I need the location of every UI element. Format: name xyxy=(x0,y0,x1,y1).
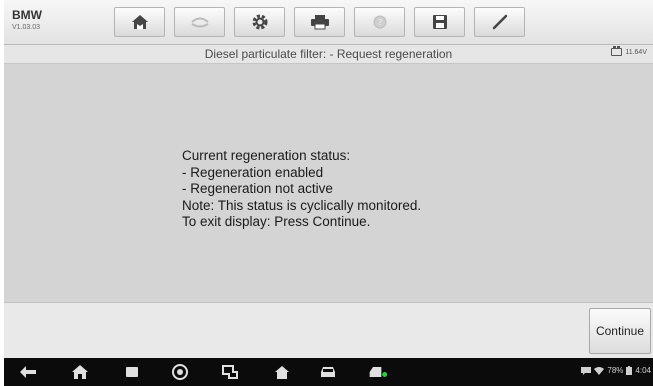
brand-block: BMW V1.03.03 xyxy=(10,6,110,38)
remote-icon xyxy=(222,365,238,379)
message-line: - Regeneration enabled xyxy=(182,164,324,180)
data-logging-icon xyxy=(492,14,507,30)
app-frame: BMW V1.03.03 ? Diesel particulate filter… xyxy=(4,0,653,386)
battery-voltage: 11.64V xyxy=(625,48,647,56)
vci-button[interactable] xyxy=(368,363,388,381)
vehicle-swap-button[interactable] xyxy=(174,7,225,37)
save-icon xyxy=(432,15,447,29)
vehicle-battery-indicator: 11.64V xyxy=(611,46,647,56)
vehicle-menu-button[interactable] xyxy=(318,363,338,381)
brand-version: V1.03.03 xyxy=(12,24,41,31)
back-button[interactable] xyxy=(18,363,38,381)
message-line: Note: This status is cyclically monitore… xyxy=(182,197,422,213)
system-status-area: 78% 4:04 xyxy=(581,366,651,375)
clock: 4:04 xyxy=(635,366,651,375)
message-line: - Regeneration not active xyxy=(182,181,333,196)
message-icon xyxy=(581,366,592,375)
remote-desk-button[interactable] xyxy=(220,363,240,381)
status-message: Current regeneration status: - Regenerat… xyxy=(182,148,421,231)
brand-name: BMW xyxy=(12,8,42,22)
vehicle-icon xyxy=(321,367,335,377)
autel-home-icon xyxy=(275,366,289,379)
settings-button[interactable] xyxy=(234,7,285,37)
home-nav-button[interactable] xyxy=(70,363,90,381)
message-line: To exit display: Press Continue. xyxy=(182,214,371,229)
autel-home-button[interactable] xyxy=(272,363,292,381)
help-button[interactable]: ? xyxy=(354,7,405,37)
tablet-battery-icon xyxy=(626,366,633,375)
help-icon: ? xyxy=(373,15,386,29)
car-battery-icon xyxy=(611,46,623,56)
recent-apps-icon xyxy=(126,367,138,377)
browser-button[interactable] xyxy=(170,363,190,381)
android-navigation-bar: 78% 4:04 xyxy=(4,358,653,386)
browser-icon xyxy=(172,364,188,380)
function-title-bar: Diesel particulate filter: - Request reg… xyxy=(4,45,653,64)
message-area: Current regeneration status: - Regenerat… xyxy=(4,64,653,302)
message-line: Current regeneration status: xyxy=(182,148,351,163)
vehicle-swap-icon xyxy=(190,17,209,28)
home-icon xyxy=(131,15,148,29)
back-icon xyxy=(20,366,36,378)
wifi-icon xyxy=(594,366,605,375)
recent-apps-button[interactable] xyxy=(122,363,142,381)
vci-icon xyxy=(369,367,388,377)
settings-gear-icon xyxy=(252,14,267,30)
svg-text:?: ? xyxy=(377,18,381,27)
battery-percent: 78% xyxy=(607,366,624,375)
home-button[interactable] xyxy=(114,7,165,37)
bottom-action-bar: Continue xyxy=(4,302,653,359)
function-title: Diesel particulate filter: - Request reg… xyxy=(204,47,453,61)
save-button[interactable] xyxy=(414,7,465,37)
print-icon xyxy=(310,15,329,30)
top-toolbar: BMW V1.03.03 ? xyxy=(4,0,653,45)
print-button[interactable] xyxy=(294,7,345,37)
continue-button[interactable]: Continue xyxy=(589,308,651,354)
data-logging-button[interactable] xyxy=(474,7,525,37)
home-icon xyxy=(72,365,88,379)
